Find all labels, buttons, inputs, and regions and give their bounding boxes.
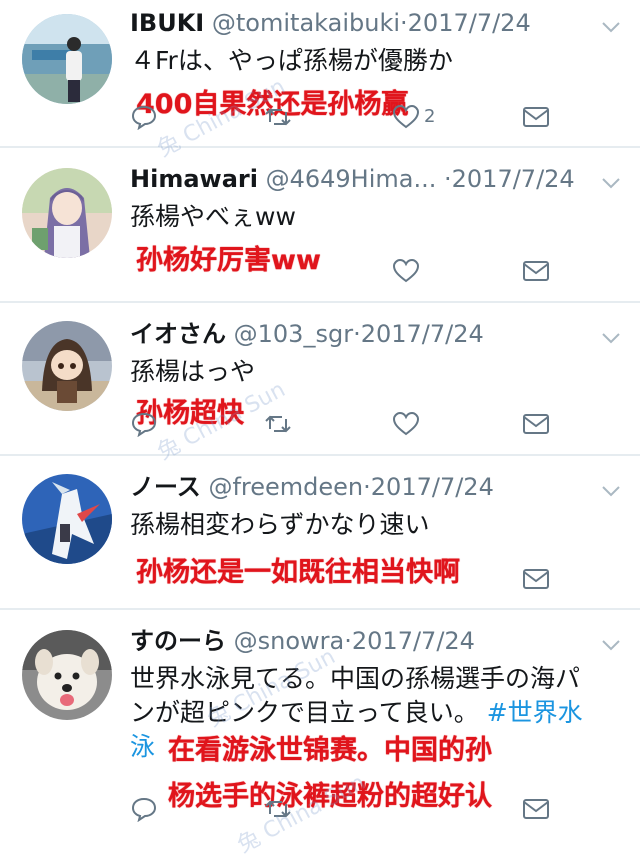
tweet-text: ４Frは、やっぱ孫楊が優勝か <box>130 46 453 75</box>
message-icon[interactable] <box>522 796 550 822</box>
chevron-down-icon[interactable] <box>600 172 622 194</box>
message-icon[interactable] <box>522 411 550 437</box>
display-name[interactable]: Himawari <box>130 165 258 193</box>
tweet-header: イオさん @103_sgr·2017/7/24 <box>130 317 600 351</box>
display-name[interactable]: イオさん <box>130 320 226 348</box>
chevron-down-icon[interactable] <box>600 16 622 38</box>
chinese-translation: 孙杨还是一如既往相当快啊 <box>136 557 460 588</box>
chinese-translation-line-2: 杨选手的泳裤超粉的超好认 <box>168 781 492 812</box>
retweet-icon[interactable] <box>264 104 292 130</box>
retweet-icon[interactable] <box>264 411 292 437</box>
retweet-icon[interactable] <box>264 796 292 822</box>
avatar[interactable] <box>22 474 112 564</box>
tweet-2[interactable]: Himawari @4649Hima... ·2017/7/24 孫楊やべぇww… <box>0 148 640 303</box>
reply-icon[interactable] <box>130 411 158 437</box>
tweet-3[interactable]: イオさん @103_sgr·2017/7/24 孫楊はっや 孙杨超快 兔 Chi… <box>0 303 640 465</box>
tweet-date[interactable]: 2017/7/24 <box>371 473 494 501</box>
tweet-5[interactable]: すのーら @snowra·2017/7/24 世界水泳見てる。中国の孫楊選手の海… <box>0 610 640 858</box>
avatar[interactable] <box>22 14 112 104</box>
like-icon[interactable] <box>392 258 420 284</box>
user-handle[interactable]: @snowra <box>234 627 345 655</box>
separator-dot: · <box>363 473 371 501</box>
separator-dot: · <box>353 320 361 348</box>
chinese-translation: 孙杨好厉害ww <box>136 245 321 276</box>
tweet-date[interactable]: 2017/7/24 <box>352 627 475 655</box>
like-count: 2 <box>424 106 436 127</box>
user-handle[interactable]: @freemdeen <box>208 473 363 501</box>
tweet-date[interactable]: 2017/7/24 <box>361 320 484 348</box>
reply-icon[interactable] <box>130 796 158 822</box>
user-handle[interactable]: @103_sgr <box>234 320 353 348</box>
tweet-text: 孫楊はっや <box>130 357 256 386</box>
display-name[interactable]: ノース <box>130 473 201 501</box>
separator-dot: · <box>344 627 352 655</box>
display-name[interactable]: IBUKI <box>130 9 204 37</box>
hashtag-link[interactable]: #世界水 <box>487 698 583 727</box>
reply-icon[interactable] <box>130 104 158 130</box>
tweet-text-line-1: 世界水泳見てる。中国の孫楊選手の海パ <box>130 664 581 693</box>
tweet-4[interactable]: ノース @freemdeen·2017/7/24 孫楊相変わらずかなり速い 孙杨… <box>0 456 640 610</box>
tweet-text-line-2-body: ンが超ピンクで目立って良い。 <box>130 698 479 727</box>
tweet-text: 孫楊やべぇww <box>130 202 296 231</box>
user-handle[interactable]: @tomitakaibuki <box>212 9 400 37</box>
tweet-date[interactable]: 2017/7/24 <box>408 9 531 37</box>
avatar[interactable] <box>22 630 112 720</box>
message-icon[interactable] <box>522 104 550 130</box>
chinese-translation-line-1: 在看游泳世锦赛。中国的孙 <box>168 735 492 766</box>
hashtag-link-continued[interactable]: 泳 <box>130 732 155 761</box>
user-handle[interactable]: @4649Hima... <box>266 165 437 193</box>
separator-dot: · <box>444 165 452 193</box>
tweet-header: IBUKI @tomitakaibuki·2017/7/24 <box>130 6 600 40</box>
tweet-1[interactable]: IBUKI @tomitakaibuki·2017/7/24 ４Frは、やっぱ孫… <box>0 0 640 162</box>
like-icon[interactable] <box>392 104 420 130</box>
tweet-header: すのーら @snowra·2017/7/24 <box>130 624 600 658</box>
tweet-text: 孫楊相変わらずかなり速い <box>130 510 430 539</box>
display-name[interactable]: すのーら <box>130 627 226 655</box>
chevron-down-icon[interactable] <box>600 327 622 349</box>
message-icon[interactable] <box>522 566 550 592</box>
avatar[interactable] <box>22 168 112 258</box>
tweet-text-line-2: ンが超ピンクで目立って良い。 #世界水 <box>130 696 626 730</box>
chevron-down-icon[interactable] <box>600 634 622 656</box>
chevron-down-icon[interactable] <box>600 480 622 502</box>
separator-dot: · <box>400 9 408 37</box>
tweet-date[interactable]: 2017/7/24 <box>452 165 575 193</box>
like-icon[interactable] <box>392 411 420 437</box>
tweet-header: ノース @freemdeen·2017/7/24 <box>130 470 600 504</box>
tweet-header: Himawari @4649Hima... ·2017/7/24 <box>130 162 600 196</box>
message-icon[interactable] <box>522 258 550 284</box>
avatar[interactable] <box>22 321 112 411</box>
